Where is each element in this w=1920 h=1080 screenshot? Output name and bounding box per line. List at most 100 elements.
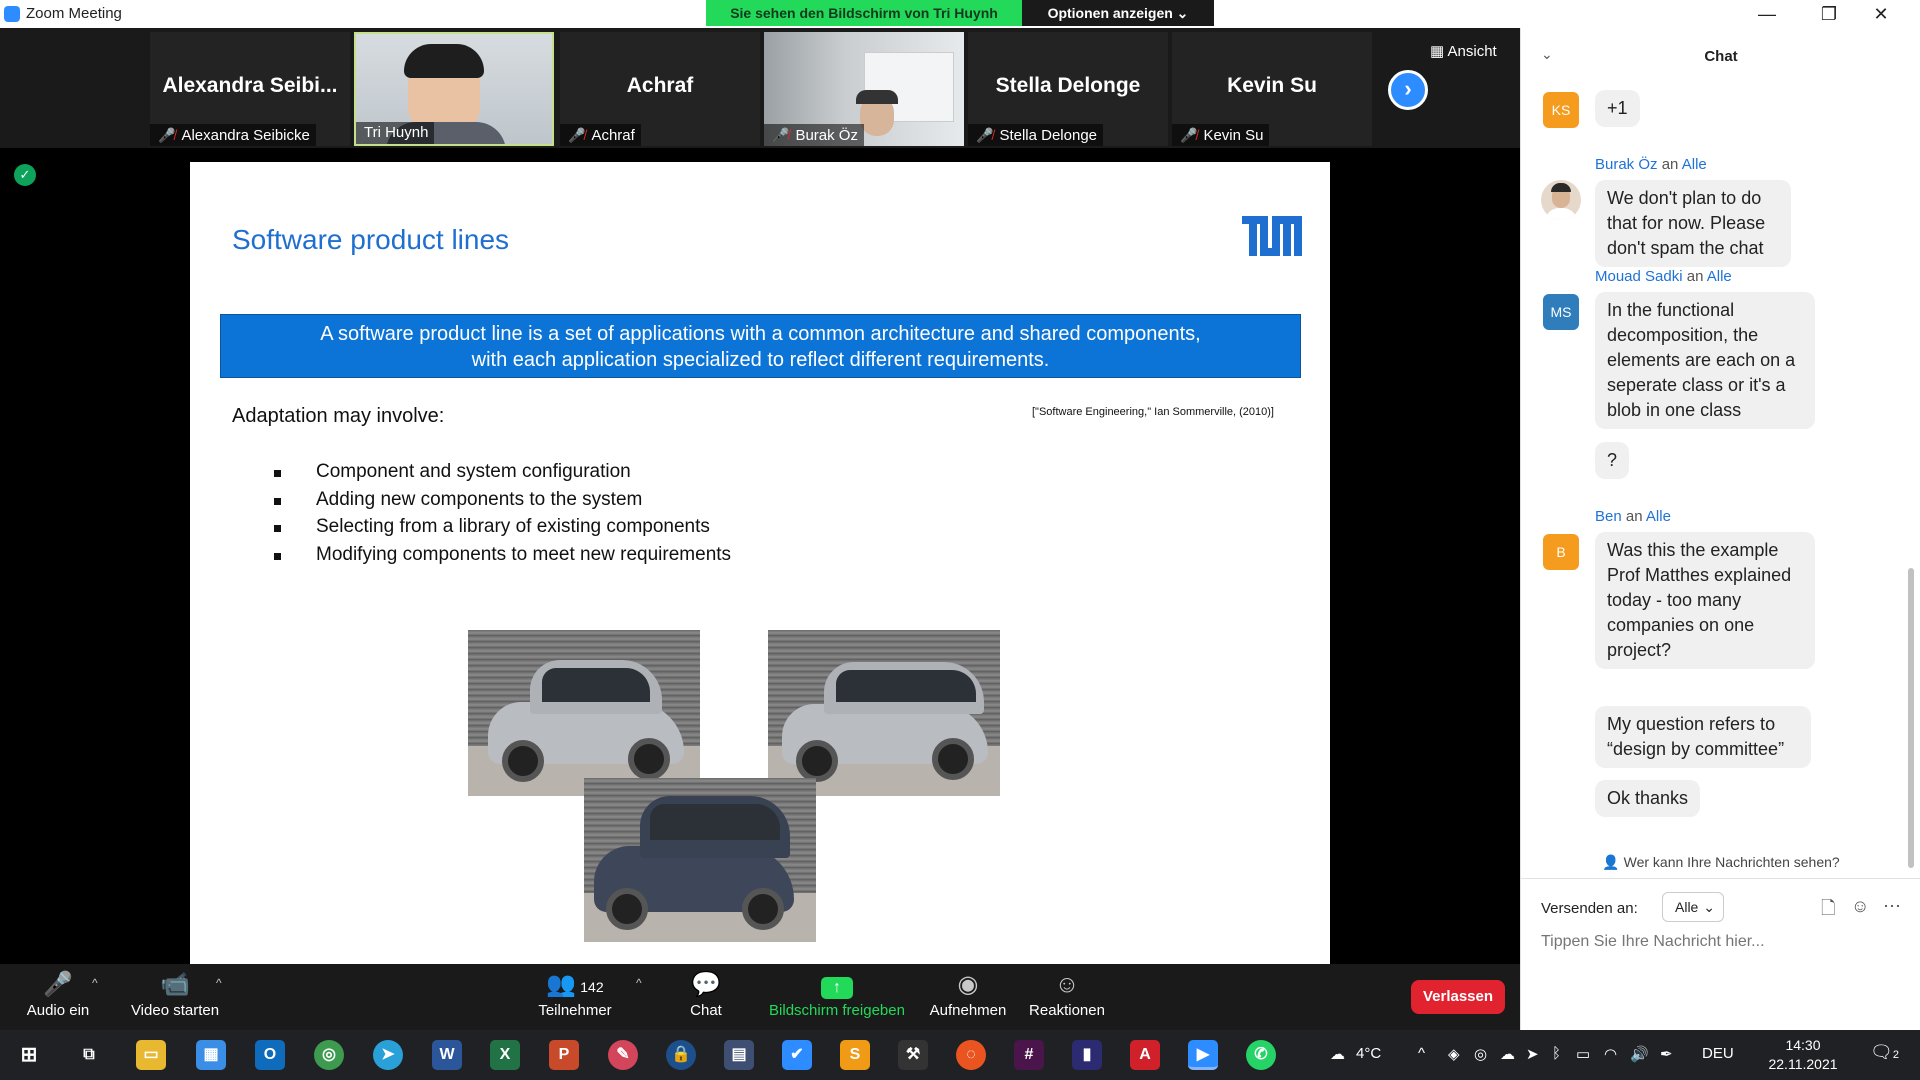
- definition-line: A software product line is a set of appl…: [320, 323, 1201, 345]
- who-can-see-link[interactable]: 👤 Wer kann Ihre Nachrichten sehen?: [1521, 854, 1920, 871]
- participant-name: Achraf: [626, 74, 694, 97]
- view-options-button[interactable]: Optionen anzeigen ⌄: [1022, 0, 1214, 26]
- reactions-button[interactable]: ☺ Reaktionen: [1028, 970, 1106, 1019]
- divider: [1521, 878, 1920, 879]
- battery-tray-icon[interactable]: ▭: [1576, 1045, 1590, 1063]
- chevron-down-icon: ⌄: [1703, 899, 1715, 915]
- avatar: [1541, 180, 1581, 220]
- telegram-icon[interactable]: ➤: [373, 1040, 403, 1070]
- participants-options-caret-icon[interactable]: ^: [636, 976, 642, 990]
- acrobat-icon[interactable]: A: [1130, 1040, 1160, 1070]
- next-page-arrow-icon[interactable]: ›: [1388, 70, 1428, 110]
- minimize-button[interactable]: —: [1744, 2, 1790, 26]
- participant-label: Tri Huynh: [356, 122, 435, 144]
- windows-taskbar: ⊞ ⧉ ▭ ▦ O ◎ ➤ W X P ✎ 🔒 ▤ ✔ S ⚒ ◌ # ▮ A …: [0, 1030, 1920, 1080]
- meeting-toolbar: 🎤 Audio ein ^ 📹 Video starten ^ 👥 142 Tei…: [0, 964, 1520, 1030]
- car-image-van: [584, 778, 816, 942]
- view-button[interactable]: ▦ Ansicht: [1430, 42, 1497, 60]
- record-button[interactable]: ◉ Aufnehmen: [928, 970, 1008, 1019]
- chat-scrollbar[interactable]: [1908, 568, 1914, 868]
- zoom-app-icon: [4, 6, 20, 22]
- pen-tray-icon[interactable]: ✒: [1660, 1045, 1673, 1063]
- visual-studio-icon[interactable]: ▮: [1072, 1040, 1102, 1070]
- participants-icon: 👥 142: [546, 971, 604, 998]
- participant-tile[interactable]: Stella Delonge 🎤̸ Stella Delonge: [968, 32, 1168, 146]
- outlook-icon[interactable]: O: [255, 1040, 285, 1070]
- participants-button[interactable]: 👥 142 Teilnehmer: [534, 970, 616, 1019]
- whatsapp-icon[interactable]: ✆: [1246, 1040, 1276, 1070]
- recipient-name[interactable]: Alle: [1682, 156, 1707, 173]
- slack-icon[interactable]: #: [1014, 1040, 1044, 1070]
- chat-button[interactable]: 💬 Chat: [686, 970, 726, 1019]
- zoom-taskbar-icon[interactable]: ▶: [1188, 1040, 1218, 1070]
- sender-name[interactable]: Mouad Sadki: [1595, 268, 1683, 285]
- participant-name: Kevin Su: [1227, 74, 1317, 97]
- more-icon[interactable]: ⋯: [1883, 896, 1901, 917]
- ubuntu-icon[interactable]: ◌: [956, 1040, 986, 1070]
- emoji-plus-icon: ☺: [1054, 971, 1080, 998]
- windows-start-icon[interactable]: ⊞: [14, 1040, 44, 1070]
- clock-date: 22.11.2021: [1768, 1056, 1838, 1072]
- chrome-icon[interactable]: ◎: [314, 1040, 344, 1070]
- sender-name[interactable]: Ben: [1595, 508, 1622, 525]
- participant-tile[interactable]: Kevin Su 🎤̸ Kevin Su: [1172, 32, 1372, 146]
- system-clock[interactable]: 14:30 22.11.2021: [1758, 1036, 1848, 1074]
- send-to-select[interactable]: Alle ⌄: [1662, 892, 1724, 922]
- notification-icon[interactable]: 🗨2: [1870, 1042, 1899, 1063]
- participant-tile[interactable]: 🎤̸ Burak Öz: [764, 32, 964, 146]
- word-icon[interactable]: W: [432, 1040, 462, 1070]
- maximize-button[interactable]: ❐: [1806, 2, 1852, 26]
- share-screen-icon: ↑: [766, 970, 908, 1000]
- audio-button[interactable]: 🎤 Audio ein: [20, 970, 96, 1019]
- clock-time: 14:30: [1785, 1037, 1821, 1053]
- recipient-name[interactable]: Alle: [1707, 268, 1732, 285]
- video-off-icon: 📹: [160, 971, 190, 998]
- file-explorer-icon[interactable]: ▭: [136, 1040, 166, 1070]
- sublime-icon[interactable]: S: [840, 1040, 870, 1070]
- task-view-icon[interactable]: ⧉: [74, 1040, 104, 1070]
- avatar: KS: [1543, 92, 1579, 128]
- participant-label: 🎤̸ Achraf: [560, 124, 641, 146]
- participant-tile[interactable]: Alexandra Seibi... 🎤̸ Alexandra Seibicke: [150, 32, 350, 146]
- recipient-name[interactable]: Alle: [1646, 508, 1671, 525]
- discord-tray-icon[interactable]: ◈: [1448, 1045, 1460, 1063]
- video-button[interactable]: 📹 Video starten: [126, 970, 224, 1019]
- chat-message-input[interactable]: [1541, 933, 1901, 951]
- message-bubble: Ok thanks: [1595, 780, 1701, 817]
- bluetooth-tray-icon[interactable]: ᛒ: [1552, 1045, 1561, 1062]
- close-button[interactable]: ✕: [1858, 2, 1904, 26]
- paint-icon[interactable]: ✎: [608, 1040, 638, 1070]
- telegram-tray-icon[interactable]: ➤: [1526, 1045, 1539, 1063]
- weather-cloud-icon[interactable]: ☁: [1330, 1045, 1345, 1063]
- tray-expand-icon[interactable]: ^: [1418, 1045, 1425, 1062]
- video-options-caret-icon[interactable]: ^: [216, 976, 222, 990]
- car-image-estate: [768, 630, 1000, 796]
- wifi-tray-icon[interactable]: ◠: [1604, 1045, 1617, 1063]
- security-shield-icon[interactable]: ✓: [14, 164, 36, 186]
- lock-icon[interactable]: 🔒: [666, 1040, 696, 1070]
- onedrive-tray-icon[interactable]: ☁: [1500, 1045, 1515, 1063]
- tools-icon[interactable]: ⚒: [898, 1040, 928, 1070]
- sender-name[interactable]: Burak Öz: [1595, 156, 1658, 173]
- audio-options-caret-icon[interactable]: ^: [92, 976, 98, 990]
- leave-meeting-button[interactable]: Verlassen: [1411, 980, 1505, 1014]
- store-icon[interactable]: ▦: [196, 1040, 226, 1070]
- weather-temperature[interactable]: 4°C: [1356, 1045, 1381, 1062]
- emoji-icon[interactable]: ☺: [1851, 896, 1869, 917]
- list-item: Component and system configuration: [274, 461, 731, 489]
- excel-icon[interactable]: X: [490, 1040, 520, 1070]
- powerpoint-icon[interactable]: P: [549, 1040, 579, 1070]
- muted-mic-icon: 🎤̸: [772, 127, 790, 143]
- calculator-icon[interactable]: ▤: [724, 1040, 754, 1070]
- send-to-label: Versenden an:: [1541, 900, 1638, 917]
- bullet-list: Component and system configuration Addin…: [274, 461, 731, 571]
- input-language[interactable]: DEU: [1702, 1045, 1734, 1062]
- volume-tray-icon[interactable]: 🔊: [1630, 1045, 1649, 1063]
- share-screen-button[interactable]: ↑ Bildschirm freigeben: [766, 970, 908, 1019]
- list-item: Modifying components to meet new require…: [274, 544, 731, 572]
- file-icon[interactable]: 🗋: [1821, 896, 1835, 926]
- todo-icon[interactable]: ✔: [782, 1040, 812, 1070]
- participant-tile-active-speaker[interactable]: Tri Huynh: [354, 32, 554, 146]
- chrome-tray-icon[interactable]: ◎: [1474, 1045, 1487, 1063]
- participant-tile[interactable]: Achraf 🎤̸ Achraf: [560, 32, 760, 146]
